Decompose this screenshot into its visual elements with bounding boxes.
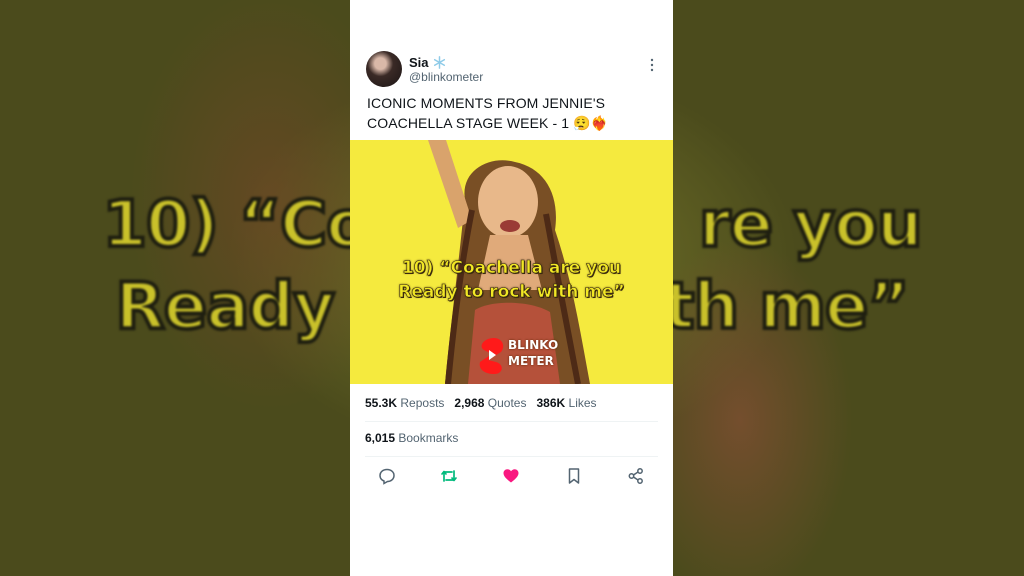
reposts-stat[interactable]: 55.3K Reposts xyxy=(365,396,444,414)
bookmark-button[interactable] xyxy=(564,466,584,486)
handle[interactable]: @blinkometer xyxy=(409,70,483,84)
retweet-button[interactable] xyxy=(439,466,459,486)
name-row: Sia xyxy=(409,54,446,70)
engagement-stats: 55.3K Reposts 2,968 Quotes 386K Likes xyxy=(365,396,660,414)
bookmark-icon xyxy=(568,468,580,484)
avatar[interactable] xyxy=(366,51,402,87)
like-icon xyxy=(503,469,519,483)
shorts-logo-icon xyxy=(479,338,504,374)
retweet-icon xyxy=(441,470,457,482)
tweet-card: Sia @blinkometer ICONIC MOMENTS FROM JEN… xyxy=(350,0,673,576)
share-button[interactable] xyxy=(626,466,646,486)
quotes-stat[interactable]: 2,968 Quotes xyxy=(454,396,526,414)
media-caption-line2: Ready to rock with me” xyxy=(398,282,625,303)
tweet-media[interactable]: 10) “Coachella are you Ready to rock wit… xyxy=(350,140,673,384)
display-name[interactable]: Sia xyxy=(409,55,429,70)
like-button[interactable] xyxy=(501,466,521,486)
tweet-header: Sia @blinkometer xyxy=(366,51,666,87)
bookmarks-stat[interactable]: 6,015 Bookmarks xyxy=(365,431,458,445)
share-icon xyxy=(628,468,643,484)
tweet-text: ICONIC MOMENTS FROM JENNIE'S COACHELLA S… xyxy=(367,95,609,131)
more-options-icon[interactable] xyxy=(646,57,658,73)
watermark-line2: METER xyxy=(508,354,554,368)
watermark: BLINKO METER xyxy=(474,336,564,376)
reply-icon xyxy=(379,468,395,485)
likes-stat[interactable]: 386K Likes xyxy=(536,396,596,414)
divider xyxy=(365,421,658,422)
reply-button[interactable] xyxy=(377,466,397,486)
watermark-line1: BLINKO xyxy=(508,338,559,352)
media-caption-line1: 10) “Coachella are you xyxy=(401,258,622,279)
action-bar xyxy=(350,466,673,486)
divider xyxy=(365,456,658,457)
snowflake-badge-icon xyxy=(433,55,445,69)
